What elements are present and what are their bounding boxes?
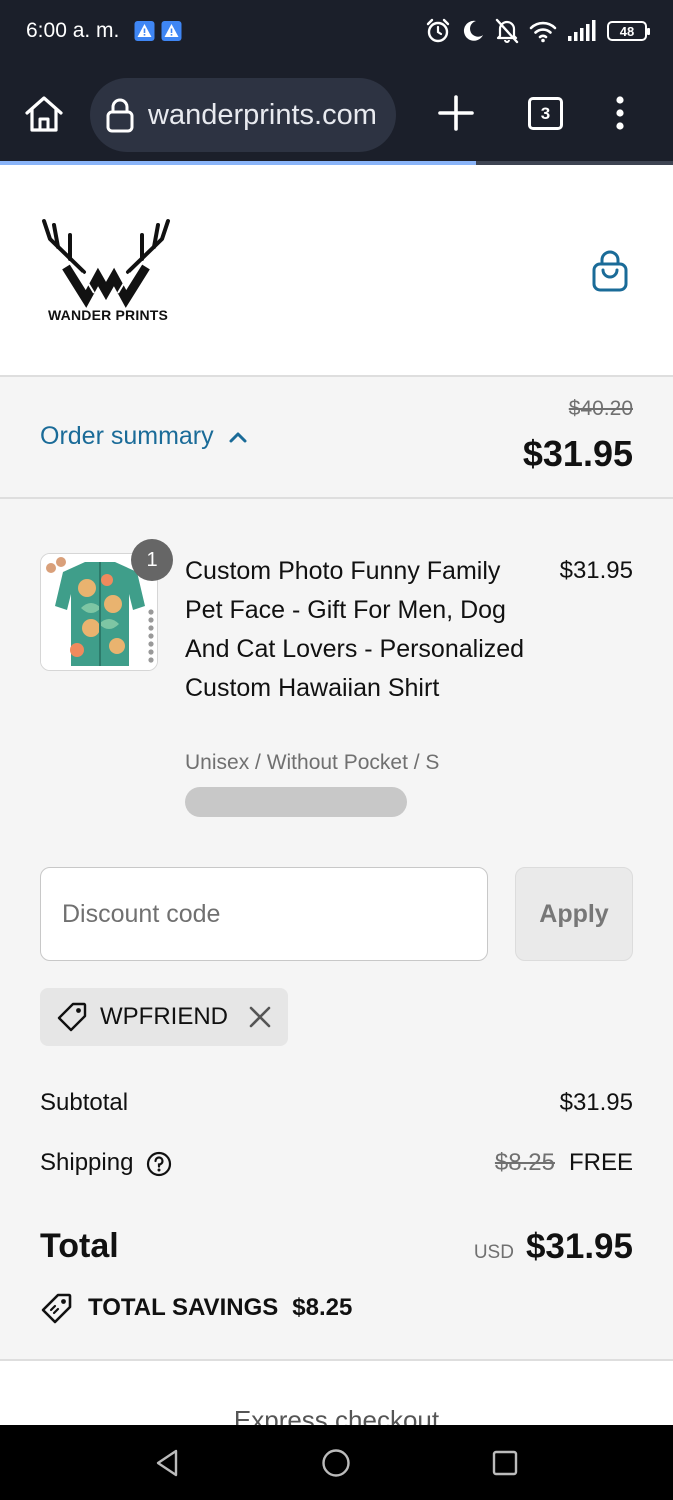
- status-bar: 6:00 a. m. 48: [0, 0, 673, 62]
- quantity-value: 1: [146, 548, 158, 571]
- logo-text: WANDER PRINTS: [48, 307, 169, 323]
- total-label: Total: [40, 1227, 119, 1265]
- order-summary-bar: Order summary $40.20 $31.95: [0, 377, 673, 499]
- savings-label: TOTAL SAVINGS: [88, 1294, 279, 1321]
- total-savings: TOTAL SAVINGS $8.25: [40, 1291, 352, 1325]
- order-summary-toggle[interactable]: Order summary: [40, 422, 248, 451]
- help-icon[interactable]: [146, 1151, 172, 1177]
- savings-value: $8.25: [292, 1294, 353, 1321]
- shipping-value-row: $8.25 FREE: [495, 1149, 633, 1177]
- discount-code-input[interactable]: [40, 867, 488, 961]
- shipping-label: Shipping: [40, 1149, 134, 1176]
- more-menu-icon[interactable]: [612, 95, 628, 131]
- browser-toolbar: wanderprints.com 3: [0, 62, 673, 163]
- shipping-label-row: Shipping: [40, 1149, 172, 1177]
- remove-discount-icon[interactable]: [246, 1003, 274, 1031]
- order-summary-panel: 1 Custom Photo Funny Family Pet Face - G…: [0, 499, 673, 1361]
- currency-code: USD: [473, 1242, 514, 1263]
- wifi-icon: [529, 21, 557, 43]
- total-amount: $31.95: [525, 1227, 633, 1266]
- moon-icon: [463, 20, 483, 41]
- signal-icon: [568, 20, 596, 41]
- subtotal-value: $31.95: [559, 1089, 633, 1116]
- battery-level: 48: [619, 23, 635, 39]
- tab-count: 3: [540, 103, 551, 123]
- back-icon[interactable]: [150, 1445, 186, 1481]
- product-name: Custom Photo Funny Family Pet Face - Gif…: [185, 557, 525, 702]
- address-bar[interactable]: wanderprints.com: [90, 78, 396, 152]
- new-tab-icon[interactable]: [436, 93, 476, 133]
- savings-tag-icon: [41, 1293, 72, 1324]
- shipping-value: FREE: [568, 1149, 633, 1176]
- status-time: 6:00 a. m.: [26, 19, 120, 42]
- express-checkout-section: Express checkout: [0, 1361, 673, 1425]
- product-variant: Unisex / Without Pocket / S: [185, 751, 440, 774]
- shopping-bag-icon[interactable]: [590, 249, 630, 293]
- home-circle-icon[interactable]: [318, 1445, 354, 1481]
- alarm-icon: [426, 18, 450, 43]
- chevron-up-icon: [229, 432, 247, 442]
- subtotal-label: Subtotal: [40, 1089, 129, 1116]
- total-value-row: USD $31.95: [474, 1227, 633, 1267]
- order-summary-label: Order summary: [40, 422, 214, 450]
- alert-icon: [134, 21, 155, 41]
- summary-total: $31.95: [522, 433, 633, 474]
- redacted-text: [185, 787, 407, 817]
- battery-icon: 48: [607, 21, 650, 41]
- express-checkout-title: Express checkout: [233, 1405, 440, 1425]
- shipping-original-price: $8.25: [494, 1149, 555, 1176]
- home-icon[interactable]: [22, 94, 66, 134]
- original-total: $40.20: [568, 397, 633, 420]
- site-header: WANDER PRINTS: [0, 165, 673, 377]
- system-navigation-bar: [0, 1425, 673, 1500]
- tag-icon: [57, 1002, 87, 1032]
- quantity-badge: 1: [131, 539, 173, 581]
- tab-switcher-button[interactable]: 3: [528, 97, 563, 130]
- recents-icon[interactable]: [487, 1445, 523, 1481]
- apply-discount-button[interactable]: Apply: [515, 867, 633, 961]
- product-price: $31.95: [559, 557, 633, 584]
- lock-icon: [106, 98, 134, 133]
- url-text: wanderprints.com: [148, 99, 377, 131]
- notifications-off-icon: [495, 18, 519, 44]
- applied-discount-code: WPFRIEND: [100, 1003, 228, 1030]
- applied-discount-chip: WPFRIEND: [40, 988, 288, 1046]
- alert-icon: [161, 21, 182, 41]
